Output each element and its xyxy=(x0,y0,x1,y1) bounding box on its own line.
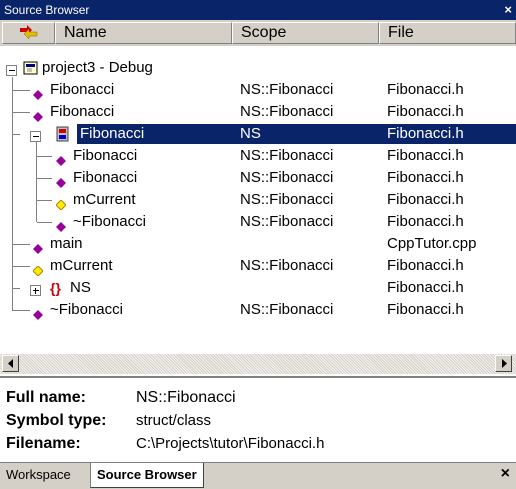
tree-row-name: Fibonacci xyxy=(50,103,115,120)
tree-row[interactable]: main CppTutor.cpp xyxy=(0,233,516,255)
tree-row-name: Fibonacci xyxy=(80,125,145,142)
tree-row-name: mCurrent xyxy=(73,191,136,208)
tree-row-name: ~Fibonacci xyxy=(73,213,146,230)
tree-row[interactable]: mCurrent NS::Fibonacci Fibonacci.h xyxy=(0,189,516,211)
tree-row-file: Fibonacci.h xyxy=(387,301,464,318)
tree-row-project[interactable]: project3 - Debug xyxy=(0,57,516,79)
bottom-tab-bar: Workspace Source Browser × xyxy=(0,462,516,489)
tree-row-name: Fibonacci xyxy=(73,147,138,164)
tree-row-name: main xyxy=(50,235,83,252)
scroll-right-button[interactable] xyxy=(495,355,512,372)
tree-row-scope: NS::Fibonacci xyxy=(240,169,334,186)
sort-button[interactable] xyxy=(2,22,55,44)
close-icon[interactable]: × xyxy=(501,465,510,483)
tab-workspace[interactable]: Workspace xyxy=(0,463,77,487)
tree-row-name: Fibonacci xyxy=(50,81,115,98)
tree-row[interactable]: ~Fibonacci NS::Fibonacci Fibonacci.h xyxy=(0,299,516,321)
tree-row-file: Fibonacci.h xyxy=(387,169,464,186)
symbol-type-row: Symbol type: struct/class xyxy=(6,411,211,431)
column-scope[interactable]: Scope xyxy=(232,22,379,44)
column-file[interactable]: File xyxy=(379,22,516,44)
tree-row-name: project3 - Debug xyxy=(42,59,153,76)
column-name[interactable]: Name xyxy=(55,22,232,44)
tree-row[interactable]: Fibonacci NS::Fibonacci Fibonacci.h xyxy=(0,101,516,123)
sort-icon xyxy=(20,25,38,40)
tree-row-name: mCurrent xyxy=(50,257,113,274)
tree-row-name: NS xyxy=(70,279,91,296)
symbol-tree[interactable]: project3 - Debug Fibonacci NS::Fibonacci… xyxy=(0,46,516,354)
tree-row-scope: NS::Fibonacci xyxy=(240,103,334,120)
window-title: Source Browser xyxy=(4,3,90,17)
tree-row-name: ~Fibonacci xyxy=(50,301,123,318)
filename-row: Filename: C:\Projects\tutor\Fibonacci.h xyxy=(6,434,324,454)
full-name-value: NS::Fibonacci xyxy=(136,389,236,406)
close-icon[interactable]: × xyxy=(504,0,512,20)
column-header: Name Scope File xyxy=(0,20,516,46)
tree-row-name: Fibonacci xyxy=(73,169,138,186)
tree-row-selected[interactable]: Fibonacci NS Fibonacci.h xyxy=(0,123,516,145)
symbol-type-label: Symbol type: xyxy=(6,412,107,429)
tree-row-file: Fibonacci.h xyxy=(387,125,464,142)
horizontal-scrollbar[interactable] xyxy=(0,354,516,374)
tab-source-browser[interactable]: Source Browser xyxy=(90,463,204,488)
tree-row-file: Fibonacci.h xyxy=(387,257,464,274)
tree-row[interactable]: Fibonacci NS::Fibonacci Fibonacci.h xyxy=(0,145,516,167)
full-name-row: Full name: NS::Fibonacci xyxy=(6,388,236,408)
tree-row-file: CppTutor.cpp xyxy=(387,235,477,252)
arrow-left-icon xyxy=(8,359,13,368)
title-bar: Source Browser × xyxy=(0,0,516,20)
filename-label: Filename: xyxy=(6,435,81,452)
tree-row[interactable]: mCurrent NS::Fibonacci Fibonacci.h xyxy=(0,255,516,277)
symbol-info-panel: Full name: NS::Fibonacci Symbol type: st… xyxy=(0,376,516,464)
tree-row-file: Fibonacci.h xyxy=(387,147,464,164)
tree-row-scope: NS::Fibonacci xyxy=(240,81,334,98)
arrow-right-icon xyxy=(502,359,507,368)
tree-row-scope: NS::Fibonacci xyxy=(240,257,334,274)
symbol-type-value: struct/class xyxy=(136,412,212,429)
tree-row-scope: NS::Fibonacci xyxy=(240,301,334,318)
tree-row[interactable]: {} NS Fibonacci.h xyxy=(0,277,516,299)
tree-row-scope: NS xyxy=(240,125,261,142)
tree-row-file: Fibonacci.h xyxy=(387,213,464,230)
tree-row-scope: NS::Fibonacci xyxy=(240,213,334,230)
full-name-label: Full name: xyxy=(6,389,87,406)
tree-row-scope: NS::Fibonacci xyxy=(240,147,334,164)
filename-value: C:\Projects\tutor\Fibonacci.h xyxy=(136,435,325,452)
tree-row-file: Fibonacci.h xyxy=(387,103,464,120)
tree-row-scope: NS::Fibonacci xyxy=(240,191,334,208)
tree-row-file: Fibonacci.h xyxy=(387,279,464,296)
method-icon xyxy=(33,305,43,327)
source-browser-window: Source Browser × Name Scope File project… xyxy=(0,0,516,489)
scroll-left-button[interactable] xyxy=(2,355,19,372)
tree-row-file: Fibonacci.h xyxy=(387,81,464,98)
tree-row[interactable]: ~Fibonacci NS::Fibonacci Fibonacci.h xyxy=(0,211,516,233)
tree-row[interactable]: Fibonacci NS::Fibonacci Fibonacci.h xyxy=(0,79,516,101)
tree-row-file: Fibonacci.h xyxy=(387,191,464,208)
namespace-icon: {} xyxy=(50,280,61,296)
tree-row[interactable]: Fibonacci NS::Fibonacci Fibonacci.h xyxy=(0,167,516,189)
